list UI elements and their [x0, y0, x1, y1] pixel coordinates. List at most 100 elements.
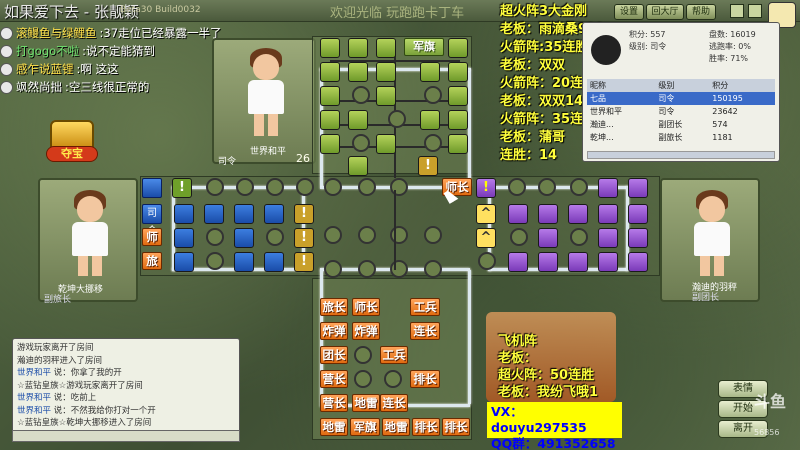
- blue-piece[interactable]: [234, 228, 254, 248]
- blue-piece-brigade[interactable]: 旅: [142, 252, 162, 270]
- purple-piece[interactable]: [508, 252, 528, 272]
- own-piece[interactable]: 营长: [320, 370, 348, 388]
- own-flag-piece[interactable]: 军旗: [350, 418, 380, 436]
- own-piece[interactable]: 地雷: [352, 394, 380, 412]
- purple-piece[interactable]: [598, 228, 618, 248]
- blue-piece[interactable]: [174, 252, 194, 272]
- camp[interactable]: [358, 178, 376, 196]
- own-piece[interactable]: 排长: [412, 418, 440, 436]
- board-cell[interactable]: [376, 134, 396, 154]
- camp[interactable]: [424, 226, 442, 244]
- rank-up-icon[interactable]: ^: [476, 228, 496, 248]
- camp[interactable]: [390, 260, 408, 278]
- unknown-piece-icon[interactable]: !: [294, 252, 314, 272]
- enemy-flag-piece[interactable]: 军旗: [404, 38, 444, 56]
- camp[interactable]: [206, 252, 224, 270]
- own-piece[interactable]: 师长: [352, 298, 380, 316]
- purple-piece[interactable]: [568, 252, 588, 272]
- board-cell[interactable]: [448, 62, 468, 82]
- camp[interactable]: [478, 252, 496, 270]
- own-piece[interactable]: 营长: [320, 394, 348, 412]
- blue-piece[interactable]: [234, 252, 254, 272]
- table-row[interactable]: 瀚迪... 副团长 574: [587, 118, 775, 131]
- own-piece[interactable]: 连长: [380, 394, 408, 412]
- board-cell[interactable]: [348, 156, 368, 176]
- camp[interactable]: [388, 110, 406, 128]
- board-cell[interactable]: [448, 110, 468, 130]
- own-piece[interactable]: 工兵: [380, 346, 408, 364]
- chat-user[interactable]: 世界和平: [17, 368, 51, 378]
- purple-piece[interactable]: [538, 252, 558, 272]
- board-cell[interactable]: [420, 62, 440, 82]
- purple-piece[interactable]: [568, 204, 588, 224]
- blue-piece-division[interactable]: 师: [142, 228, 162, 246]
- rank-up-icon[interactable]: ^: [476, 204, 496, 224]
- board-cell[interactable]: [376, 62, 396, 82]
- own-piece[interactable]: 旅长: [320, 298, 348, 316]
- camp[interactable]: [510, 228, 528, 246]
- blue-piece[interactable]: [174, 204, 194, 224]
- horizontal-scrollbar[interactable]: [587, 151, 775, 159]
- own-piece[interactable]: 团长: [320, 346, 348, 364]
- camp[interactable]: [206, 228, 224, 246]
- board-cell[interactable]: [448, 86, 468, 106]
- board-cell[interactable]: [376, 38, 396, 58]
- camp[interactable]: [352, 86, 370, 104]
- camp[interactable]: [390, 178, 408, 196]
- camp[interactable]: [324, 178, 342, 196]
- purple-piece[interactable]: [598, 204, 618, 224]
- blue-piece[interactable]: [142, 178, 162, 198]
- camp[interactable]: [324, 226, 342, 244]
- own-piece[interactable]: 地雷: [382, 418, 410, 436]
- camp[interactable]: [266, 178, 284, 196]
- own-piece[interactable]: 地雷: [320, 418, 348, 436]
- camp[interactable]: [424, 260, 442, 278]
- camp[interactable]: [570, 228, 588, 246]
- camp[interactable]: [384, 370, 402, 388]
- own-piece[interactable]: 排长: [410, 370, 440, 388]
- board-cell[interactable]: [320, 62, 340, 82]
- purple-piece[interactable]: [598, 252, 618, 272]
- camp[interactable]: [508, 178, 526, 196]
- board-cell[interactable]: [420, 110, 440, 130]
- minimize-icon[interactable]: [730, 4, 744, 18]
- camp[interactable]: [206, 178, 224, 196]
- help-button[interactable]: 帮助: [686, 4, 716, 20]
- camp[interactable]: [424, 134, 442, 152]
- chat-user[interactable]: 世界和平: [17, 406, 51, 416]
- unknown-piece-icon[interactable]: !: [294, 228, 314, 248]
- purple-piece[interactable]: [598, 178, 618, 198]
- purple-piece[interactable]: [628, 252, 648, 272]
- own-piece[interactable]: 工兵: [410, 298, 440, 316]
- board-cell[interactable]: [320, 86, 340, 106]
- board-cell[interactable]: [348, 38, 368, 58]
- chat-input[interactable]: [12, 430, 240, 442]
- treasure-chest[interactable]: 夺宝: [44, 120, 100, 166]
- board-cell[interactable]: [348, 110, 368, 130]
- purple-piece[interactable]: [538, 204, 558, 224]
- table-row[interactable]: 世界和平 司令 23642: [587, 105, 775, 118]
- own-piece[interactable]: 炸弹: [320, 322, 348, 340]
- camp[interactable]: [296, 178, 314, 196]
- unknown-piece-icon[interactable]: !: [476, 178, 496, 198]
- board-cell[interactable]: [348, 62, 368, 82]
- purple-piece[interactable]: [538, 228, 558, 248]
- board-cell[interactable]: [320, 110, 340, 130]
- blue-piece[interactable]: [264, 204, 284, 224]
- camp[interactable]: [354, 346, 372, 364]
- board-cell[interactable]: [376, 86, 396, 106]
- chat-user[interactable]: 世界和平: [17, 393, 51, 403]
- camp[interactable]: [236, 178, 254, 196]
- blue-piece[interactable]: [264, 252, 284, 272]
- unknown-piece-icon[interactable]: !: [172, 178, 192, 198]
- purple-piece[interactable]: [628, 178, 648, 198]
- own-piece[interactable]: 炸弹: [352, 322, 380, 340]
- unknown-piece-icon[interactable]: !: [294, 204, 314, 224]
- blue-piece[interactable]: [174, 228, 194, 248]
- camp[interactable]: [324, 260, 342, 278]
- camp[interactable]: [390, 226, 408, 244]
- blue-piece[interactable]: [204, 204, 224, 224]
- blue-piece[interactable]: [234, 204, 254, 224]
- purple-piece[interactable]: [628, 204, 648, 224]
- board-cell[interactable]: [320, 38, 340, 58]
